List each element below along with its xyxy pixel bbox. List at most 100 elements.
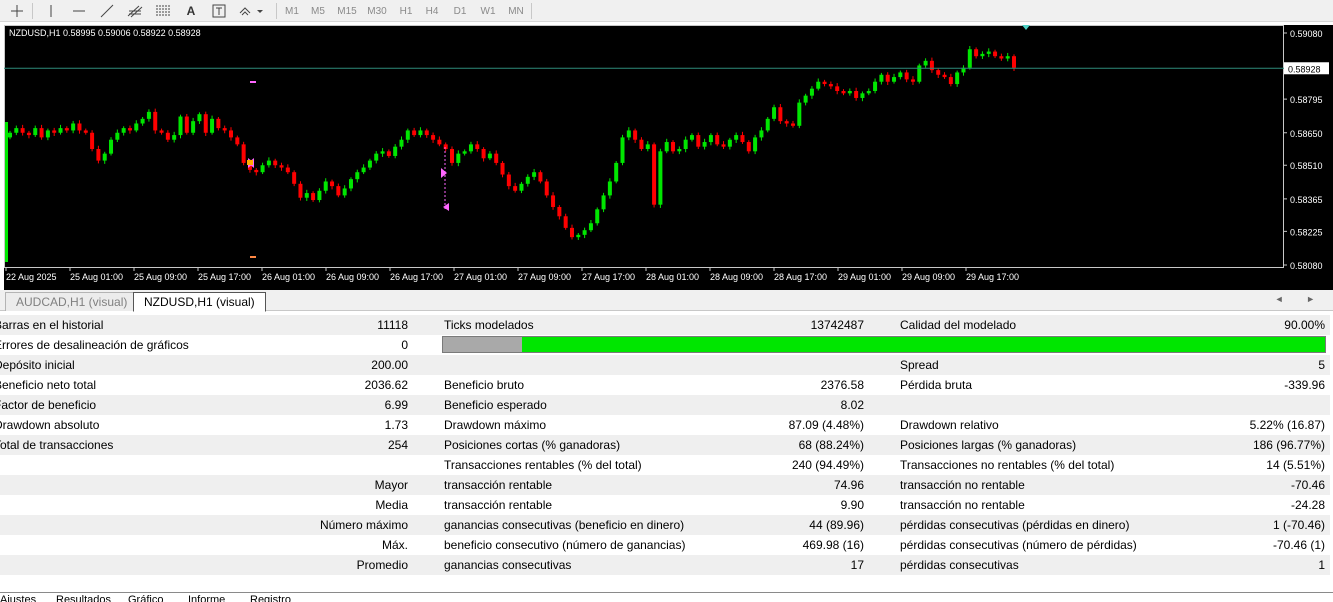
- text-icon[interactable]: A: [180, 2, 202, 20]
- toolbar-separator: [32, 3, 33, 19]
- candle-bull: [178, 116, 183, 136]
- candle-bear: [475, 144, 480, 149]
- candle-bear: [885, 74, 890, 82]
- candle-bear: [298, 183, 303, 198]
- report-value-col1: Promedio: [356, 558, 408, 572]
- tester-tab-0[interactable]: Ajustes: [0, 594, 36, 602]
- candle-bear: [652, 144, 657, 205]
- current-price-label: 0.58928: [1288, 64, 1321, 74]
- candle-bull: [588, 223, 593, 231]
- report-label-text: Depósito inicial: [0, 358, 75, 372]
- report-value-col1: 1.73: [384, 418, 408, 432]
- timeframe-m1[interactable]: M1: [280, 2, 304, 20]
- timeframe-m30[interactable]: M30: [364, 2, 390, 20]
- crosshair-icon[interactable]: [6, 2, 28, 20]
- candle-bear: [841, 91, 846, 94]
- report-label-col1: Beneficio neto total: [0, 375, 220, 395]
- candle-bear: [437, 139, 442, 145]
- tester-tabs: Ajustes Resultados Gráfico Informe Registro: [0, 592, 1333, 602]
- candle-bull: [765, 118, 770, 131]
- candle-bear: [936, 70, 941, 75]
- x-tick-label: 22 Aug 2025: [6, 272, 57, 282]
- chart-background: [4, 25, 1333, 290]
- candle-bull: [266, 160, 271, 166]
- timeframe-h1[interactable]: H1: [394, 2, 418, 20]
- chart-header: NZDUSD,H1 0.58995 0.59006 0.58922 0.5892…: [9, 28, 201, 38]
- report-row: Máx. beneficio consecutivo (número de gan…: [0, 535, 1330, 555]
- candle-bull: [519, 183, 524, 191]
- candle-bull: [14, 128, 19, 133]
- equidistant-channel-icon[interactable]: [124, 2, 146, 20]
- candle-bull: [45, 130, 50, 138]
- trend-line-icon[interactable]: [96, 2, 118, 20]
- candle-bull: [689, 135, 694, 140]
- toolbar-separator: [276, 3, 277, 19]
- tester-tab-4[interactable]: Registro: [250, 594, 291, 602]
- timeframe-m15[interactable]: M15: [334, 2, 360, 20]
- timeframe-d1[interactable]: D1: [448, 2, 472, 20]
- candle-bull: [898, 72, 903, 78]
- candle-bull: [664, 142, 669, 152]
- x-tick-label: 25 Aug 01:00: [70, 272, 123, 282]
- fibonacci-icon[interactable]: [152, 2, 174, 20]
- candle-bear: [279, 165, 284, 168]
- text-label-icon[interactable]: [208, 2, 230, 20]
- tester-tab-1[interactable]: Resultados: [56, 594, 111, 602]
- candle-bear: [203, 114, 208, 133]
- tester-tab-2[interactable]: Gráfico: [128, 594, 163, 602]
- chart-tabs: AUDCAD,H1 (visual) NZDUSD,H1 (visual) ◄ ►: [0, 290, 1333, 312]
- candle-bear: [153, 111, 158, 131]
- arrows-icon[interactable]: [236, 2, 266, 20]
- candle-bear: [1012, 56, 1016, 68]
- x-tick-label: 26 Aug 09:00: [326, 272, 379, 282]
- report-value-col2: 9.90: [840, 498, 864, 512]
- candle-bear: [273, 160, 278, 166]
- candle-bull: [879, 74, 884, 82]
- y-tick-label: 0.59080: [1290, 29, 1323, 39]
- candle-bull: [873, 81, 878, 91]
- timeframe-mn[interactable]: MN: [504, 2, 528, 20]
- candle-bear: [450, 149, 455, 163]
- report-value-col1: 11118: [377, 318, 408, 332]
- candle-bear: [241, 144, 246, 163]
- candle-bull: [374, 153, 379, 161]
- candle-bear: [721, 144, 726, 147]
- candle-bear: [481, 149, 486, 159]
- candle-bull: [317, 190, 322, 201]
- candle-bear: [544, 181, 549, 196]
- candle-bear: [904, 72, 909, 80]
- candle-bull: [146, 111, 151, 119]
- candle-bear: [159, 130, 164, 133]
- report-label-col1: Barras en el historial: [0, 315, 220, 335]
- horizontal-line-icon[interactable]: [68, 2, 90, 20]
- candle-bull: [405, 130, 410, 140]
- report-row: Beneficio neto total 2036.62 Beneficio bru…: [0, 375, 1330, 395]
- report-value-col1: 254: [387, 438, 408, 452]
- report-value-col3: 186 (96.77%): [1252, 438, 1325, 452]
- report-value-col1: [230, 455, 408, 475]
- tab-nzdusd[interactable]: NZDUSD,H1 (visual): [133, 292, 266, 312]
- timeframe-h4[interactable]: H4: [420, 2, 444, 20]
- timeframe-m5[interactable]: M5: [306, 2, 330, 20]
- candle-bull: [380, 151, 385, 154]
- candle-bull: [109, 139, 114, 154]
- tester-tab-3[interactable]: Informe: [188, 594, 225, 602]
- report-value-col3: 5.22% (16.87): [1249, 418, 1325, 432]
- candle-bull: [702, 142, 707, 147]
- timeframe-w1[interactable]: W1: [476, 2, 500, 20]
- candle-bear: [822, 81, 827, 85]
- candle-bull: [418, 130, 423, 136]
- tab-scroll-arrows-icon[interactable]: ◄ ►: [1275, 294, 1325, 304]
- price-chart[interactable]: 0.59080 0.58795 0.58650 0.58510 0.58365 0.582…: [0, 22, 1333, 290]
- report-value-col2: 44 (89.96): [809, 518, 864, 532]
- candle-bear: [835, 86, 840, 91]
- report-label-text: Barras en el historial: [0, 318, 104, 332]
- vertical-line-icon[interactable]: [40, 2, 62, 20]
- tab-audcad[interactable]: AUDCAD,H1 (visual): [5, 292, 139, 311]
- candle-bull: [620, 137, 625, 163]
- candle-bear: [229, 130, 234, 138]
- candle-bear: [412, 130, 417, 136]
- report-row: Media transacción rentable 9.90 transacción…: [0, 495, 1330, 515]
- candle-bear: [500, 162, 505, 175]
- candle-bear: [538, 172, 543, 182]
